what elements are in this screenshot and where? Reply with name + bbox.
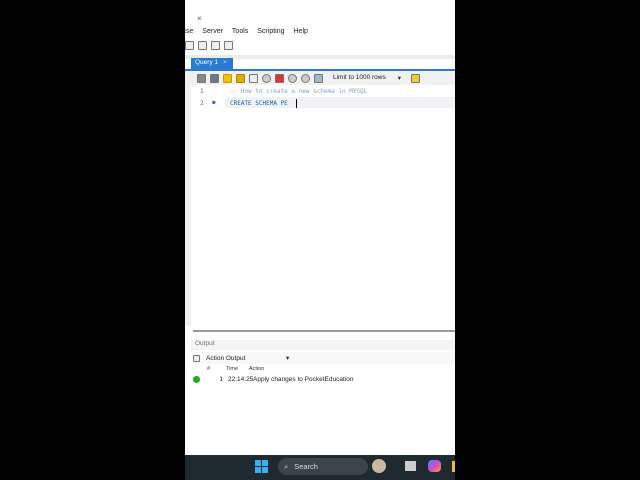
tab-query-1[interactable]: Query 1 × (191, 58, 233, 69)
tab-label: Query 1 (195, 59, 219, 66)
output-panel-header: Output (191, 340, 455, 350)
menu-help[interactable]: Help (294, 28, 308, 39)
menu-tools[interactable]: Tools (232, 28, 248, 39)
chevron-down-icon: ▾ (286, 355, 290, 362)
mysql-workbench-window: × ase Server Tools Scripting Help Query … (185, 0, 455, 455)
column-header-time: Time (226, 366, 239, 372)
menu-database[interactable]: ase (185, 28, 193, 39)
search-highlight-icon (372, 459, 386, 473)
windows-start-icon[interactable] (255, 460, 268, 473)
tab-close-icon[interactable]: × (197, 14, 202, 23)
close-icon[interactable]: × (223, 59, 227, 66)
row-time: 22:14:25 (228, 376, 254, 383)
success-icon (193, 376, 200, 383)
table-row[interactable]: 1 22:14:25 Apply changes to PocketEducat… (191, 376, 353, 383)
output-type-label: Action Output (206, 354, 246, 362)
schema-icon[interactable] (185, 41, 194, 50)
inspect-icon[interactable] (211, 41, 220, 50)
column-header-number: # (207, 366, 211, 372)
taskbar-search[interactable]: ⌕ Search (278, 458, 368, 475)
search-label: Search (294, 462, 318, 471)
file-explorer-icon[interactable] (452, 461, 455, 472)
main-toolbar (185, 41, 233, 53)
horizontal-scrollbar[interactable] (193, 330, 455, 332)
copy-icon[interactable] (193, 354, 200, 362)
output-type-select[interactable]: Action Output ▾ (193, 352, 455, 364)
row-number: 1 (219, 376, 223, 383)
sql-editor[interactable] (191, 72, 455, 327)
connection-tab[interactable]: × (185, 14, 202, 28)
copilot-icon[interactable] (428, 460, 441, 472)
column-header-action: Action (249, 366, 265, 372)
menu-scripting[interactable]: Scripting (257, 28, 284, 39)
task-view-icon[interactable] (405, 461, 416, 471)
menu-bar: ase Server Tools Scripting Help (185, 28, 308, 39)
output-table-header: # Time Action (191, 366, 264, 372)
menu-server[interactable]: Server (202, 28, 223, 39)
settings-icon[interactable] (198, 41, 207, 50)
reconnect-icon[interactable] (224, 41, 233, 50)
row-action: Apply changes to PocketEducation (253, 376, 354, 383)
search-icon: ⌕ (284, 461, 289, 471)
